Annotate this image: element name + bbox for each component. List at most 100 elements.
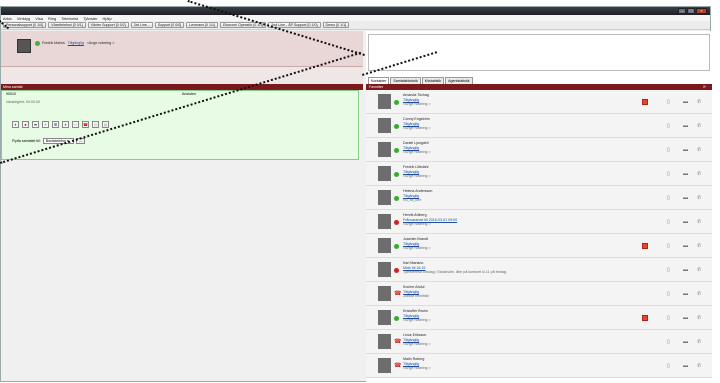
call-tool-button[interactable]: ⏸ — [62, 121, 69, 128]
chat-icon[interactable]: ▬ — [683, 267, 688, 273]
tab-bar: Kontakter Samtalshistorik Köstatistik Agent… — [366, 77, 712, 84]
note-textarea[interactable] — [368, 34, 710, 71]
chat-icon[interactable]: ▬ — [683, 171, 688, 177]
call-icon[interactable]: ✆ — [697, 123, 701, 129]
sms-icon[interactable]: ▯ — [667, 339, 670, 345]
tab-0[interactable]: Kontakter — [368, 77, 390, 84]
chat-icon[interactable]: ▬ — [683, 123, 688, 129]
sms-icon[interactable]: ▯ — [667, 243, 670, 249]
status-dot — [394, 316, 399, 321]
call-tool-button[interactable]: ⊞ — [52, 121, 59, 128]
sms-icon[interactable]: ▯ — [667, 315, 670, 321]
contact-note: Rö_ds_lore — [403, 198, 422, 203]
menu-item[interactable]: Ring — [48, 16, 56, 21]
call-icon[interactable]: ✆ — [697, 219, 701, 225]
contact-list: Amanda Tochag Tillgänglig <Ange notering >… — [366, 90, 712, 378]
contact-row[interactable]: Kristoffer Bruhn Tillgänglig <Ange noterin… — [366, 306, 712, 330]
queue-button[interactable]: Växter Support [0 0/2] — [87, 22, 129, 28]
chat-icon[interactable]: ▬ — [683, 291, 688, 297]
call-tool-button[interactable]: ➦ — [32, 121, 39, 128]
call-icon[interactable]: ✆ — [697, 315, 701, 321]
contact-row[interactable]: Henrik Ahlberg Frånvarande till 2016-03-0… — [366, 210, 712, 234]
call-tool-button[interactable]: ▤ — [92, 121, 99, 128]
contact-name: Helena Andersson — [403, 189, 433, 193]
profile-note[interactable]: <Ange notering > — [87, 41, 115, 45]
sms-icon[interactable]: ▯ — [667, 291, 670, 297]
call-icon[interactable]: ✆ — [697, 267, 701, 273]
call-icon[interactable]: ✆ — [697, 147, 701, 153]
chat-icon[interactable]: ▬ — [683, 99, 688, 105]
chat-icon[interactable]: ▬ — [683, 147, 688, 153]
contact-row[interactable]: Karl Mariano Möte till 16:15 Tjänsteresa o… — [366, 258, 712, 282]
calendar-icon[interactable] — [642, 99, 648, 105]
contact-row[interactable]: Fredrik Lilledahl Tillgänglig <Ange noteri… — [366, 162, 712, 186]
call-icon[interactable]: ✆ — [697, 291, 701, 297]
menu-item[interactable]: Hjälp — [103, 16, 112, 21]
call-icon[interactable]: ✆ — [697, 339, 701, 345]
menu-item[interactable]: Tjänster — [83, 16, 97, 21]
chat-icon[interactable]: ▬ — [683, 219, 688, 225]
contact-note: <Ange notering > — [403, 126, 431, 131]
contact-note: <Ange notering > — [403, 342, 431, 347]
calendar-icon[interactable] — [642, 315, 648, 321]
contact-row[interactable]: Joachim Brandt Tillgänglig <Ange notering … — [366, 234, 712, 258]
contact-row[interactable]: Daniel Ljungdell Tillgänglig <Ange noterin… — [366, 138, 712, 162]
menu-item[interactable]: Visa — [35, 16, 43, 21]
call-icon[interactable]: ✆ — [697, 243, 701, 249]
sms-icon[interactable]: ▯ — [667, 123, 670, 129]
call-duration: Varaktighet: 00:00:05 — [6, 100, 40, 104]
call-icon[interactable]: ✆ — [697, 363, 701, 369]
call-tool-button[interactable]: ☏ — [72, 121, 79, 128]
contact-row[interactable]: Helena Andersson Tillgänglig Rö_ds_lore ▯ ▬ ✆ — [366, 186, 712, 210]
chat-icon[interactable]: ▬ — [683, 363, 688, 369]
tab-1[interactable]: Samtalshistorik — [390, 77, 421, 84]
contact-note: <Ange notering > — [403, 102, 431, 107]
sms-icon[interactable]: ▯ — [667, 195, 670, 201]
profile-status-link[interactable]: Tillgänglig — [68, 41, 84, 45]
sms-icon[interactable]: ▯ — [667, 171, 670, 177]
queue-button[interactable]: Support [0 0/0] — [154, 22, 185, 28]
chat-icon[interactable]: ▬ — [683, 195, 688, 201]
avatar — [378, 190, 391, 205]
chat-icon[interactable]: ▬ — [683, 339, 688, 345]
sms-icon[interactable]: ▯ — [667, 363, 670, 369]
queue-button[interactable]: Demo [0 1/1] — [322, 22, 350, 28]
call-tool-button[interactable]: ▦ — [102, 121, 109, 128]
chat-icon[interactable]: ▬ — [683, 315, 688, 321]
close-button[interactable]: × — [696, 8, 707, 14]
queue-button[interactable]: Leverans [0 1/1] — [186, 22, 219, 28]
menu-item[interactable]: Telefonist — [61, 16, 78, 21]
contact-name: Conny Engström — [403, 117, 430, 121]
queue-button[interactable]: 3rd Line... — [130, 22, 153, 28]
contact-row[interactable]: ☎ Kocher Abdul Tillgänglig Jobbar hemifrån ▯… — [366, 282, 712, 306]
call-tool-button[interactable]: + — [42, 121, 49, 128]
contact-row[interactable]: ☎ Linus Eriksson Tillgänglig <Ange notering… — [366, 330, 712, 354]
tab-2[interactable]: Köstatistik — [421, 77, 445, 84]
contact-row[interactable]: ☎ Malin Roberg Tillgänglig <Ange notering >… — [366, 354, 712, 378]
call-icon[interactable]: ✆ — [697, 195, 701, 201]
contact-row[interactable]: Amanda Tochag Tillgänglig <Ange notering >… — [366, 90, 712, 114]
minimize-button[interactable]: – — [678, 8, 686, 14]
status-dot — [394, 220, 399, 225]
chat-icon[interactable]: ▬ — [683, 243, 688, 249]
sms-icon[interactable]: ▯ — [667, 147, 670, 153]
maximize-button[interactable]: □ — [687, 8, 695, 14]
call-tool-button[interactable]: ● — [22, 121, 29, 128]
contact-row[interactable]: Conny Engström Tillgänglig <Ange notering … — [366, 114, 712, 138]
call-tool-button[interactable]: ⏸ — [12, 121, 19, 128]
call-tool-button[interactable]: ☎ — [82, 121, 89, 128]
sms-icon[interactable]: ▯ — [667, 99, 670, 105]
call-icon[interactable]: ✆ — [697, 171, 701, 177]
menu-item[interactable]: Verktyg — [17, 16, 30, 21]
sms-icon[interactable]: ▯ — [667, 219, 670, 225]
move-call-label: Flytta samtalet till: — [12, 139, 41, 143]
tab-3[interactable]: Agentstatistik — [445, 77, 473, 84]
phone-icon: ☎ — [394, 339, 402, 345]
contact-name: Daniel Ljungdell — [403, 141, 429, 145]
menu-item[interactable]: Arkiv — [3, 16, 12, 21]
calendar-icon[interactable] — [642, 243, 648, 249]
status-dot — [394, 148, 399, 153]
call-icon[interactable]: ✆ — [697, 99, 701, 105]
sms-icon[interactable]: ▯ — [667, 267, 670, 273]
queue-button[interactable]: Växeltelefoni [0 0/1] — [48, 22, 86, 28]
